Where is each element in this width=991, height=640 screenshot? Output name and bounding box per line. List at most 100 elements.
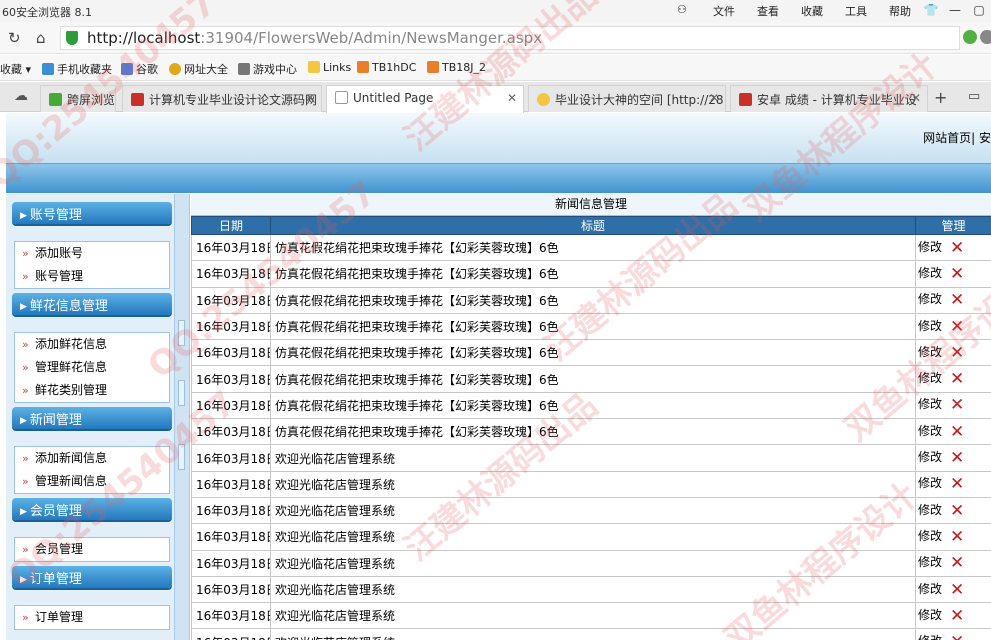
page-icon xyxy=(335,91,348,104)
user-icon[interactable]: ⚇ xyxy=(677,3,691,19)
news-management-panel: 新闻信息管理 日期 标题 管理 16年03月18日 仿真花假花绢花把束玫瑰手捧花【… xyxy=(191,194,991,640)
collapse-arrow-icon[interactable] xyxy=(178,380,185,406)
delete-icon[interactable]: ✕ xyxy=(950,501,964,521)
edit-link[interactable]: 修改 xyxy=(918,582,942,596)
delete-icon[interactable]: ✕ xyxy=(950,580,964,600)
cloud-icon[interactable]: ☁ xyxy=(14,88,28,104)
news-title: 欢迎光临花店管理系统 xyxy=(270,628,916,640)
tab-icon xyxy=(49,93,62,106)
sidebar-group-orders[interactable]: 订单管理 xyxy=(12,566,172,588)
delete-icon[interactable]: ✕ xyxy=(950,290,964,310)
bookmark-games[interactable]: 游戏中心 xyxy=(238,61,297,77)
sidebar-item-flower-category[interactable]: 鲜花类别管理 xyxy=(15,379,169,402)
edit-link[interactable]: 修改 xyxy=(918,371,942,385)
sidebar-group-flowers[interactable]: 鲜花信息管理 xyxy=(12,293,172,315)
sidebar-item-add-news[interactable]: 添加新闻信息 xyxy=(15,447,169,470)
skin-icon[interactable]: 👕 xyxy=(919,0,943,20)
delete-icon[interactable]: ✕ xyxy=(950,632,964,640)
frame-splitter[interactable] xyxy=(174,194,190,640)
sidebar-item-manage-members[interactable]: 会员管理 xyxy=(15,538,169,561)
edit-link[interactable]: 修改 xyxy=(918,608,942,622)
news-date: 16年03月18日 xyxy=(191,602,271,630)
edit-link[interactable]: 修改 xyxy=(918,476,942,490)
edit-link[interactable]: 修改 xyxy=(918,266,942,280)
edit-link[interactable]: 修改 xyxy=(918,424,942,438)
delete-icon[interactable]: ✕ xyxy=(950,264,964,284)
splitter-handle[interactable] xyxy=(178,444,185,470)
delete-icon[interactable]: ✕ xyxy=(950,606,964,626)
edit-link[interactable]: 修改 xyxy=(918,345,942,359)
top-links[interactable]: 网站首页| 安 xyxy=(923,129,991,146)
bookmark-favorites[interactable]: 收藏 ▾ xyxy=(0,61,31,77)
maximize-button[interactable]: ▢ xyxy=(967,0,991,20)
home-icon[interactable]: ⌂ xyxy=(36,29,46,47)
url-text[interactable]: http://localhost:31904/FlowersWeb/Admin/… xyxy=(87,29,542,47)
tab-blog[interactable]: 毕业设计大神的空间 [http://28 ✕ xyxy=(528,85,726,112)
sidebar-item-manage-news[interactable]: 管理新闻信息 xyxy=(15,470,169,493)
sidebar-item-manage-account[interactable]: 账号管理 xyxy=(15,265,169,288)
menu-file[interactable]: 文件 xyxy=(713,3,735,19)
edit-link[interactable]: 修改 xyxy=(918,397,942,411)
close-icon[interactable]: ✕ xyxy=(305,91,315,105)
column-header-manage: 管理 xyxy=(915,216,991,235)
sidebar-item-add-account[interactable]: 添加账号 xyxy=(15,242,169,265)
new-tab-icon[interactable]: + xyxy=(934,88,947,107)
bookmark-tb1[interactable]: TB1hDC xyxy=(357,61,416,74)
bookmark-sites[interactable]: 网址大全 xyxy=(169,61,228,77)
tab-cross-screen[interactable]: 跨屏浏览 xyxy=(40,85,116,112)
bookmark-tb2[interactable]: TB18J_2 xyxy=(427,61,486,74)
extension-icon[interactable] xyxy=(963,30,977,44)
edit-link[interactable]: 修改 xyxy=(918,319,942,333)
sidebar-item-add-flower[interactable]: 添加鲜花信息 xyxy=(15,333,169,356)
refresh-icon[interactable]: ↻ xyxy=(8,29,21,47)
news-date: 16年03月18日 xyxy=(191,339,271,367)
delete-icon[interactable]: ✕ xyxy=(950,317,964,337)
sidebar-group-news[interactable]: 新闻管理 xyxy=(12,407,172,429)
bookmark-google[interactable]: 谷歌 xyxy=(121,61,158,77)
delete-icon[interactable]: ✕ xyxy=(950,448,964,468)
edit-link[interactable]: 修改 xyxy=(918,634,942,640)
bookmark-links[interactable]: Links xyxy=(308,61,351,74)
edit-link[interactable]: 修改 xyxy=(918,555,942,569)
bookmark-mobile[interactable]: 手机收藏夹 xyxy=(42,61,112,77)
tab-untitled[interactable]: Untitled Page ✕ xyxy=(326,85,524,113)
extension-icon-2[interactable] xyxy=(980,30,991,44)
tab-cs-source[interactable]: 计算机专业毕业设计论文源码网 ✕ xyxy=(122,85,322,112)
table-row: 16年03月18日 仿真花假花绢花把束玫瑰手捧花【幻彩芙蓉玫瑰】6色 修改 ✕ xyxy=(191,391,991,420)
sidebar-item-manage-orders[interactable]: 订单管理 xyxy=(15,606,169,629)
menu-help[interactable]: 帮助 xyxy=(889,3,911,19)
tab-android[interactable]: 安卓 成绩 - 计算机专业毕业设 ✕ xyxy=(730,85,928,112)
sidebar-group-accounts-items: 添加账号 账号管理 xyxy=(14,241,170,289)
tab-list-icon[interactable]: ▭ xyxy=(968,89,980,104)
edit-link[interactable]: 修改 xyxy=(918,240,942,254)
edit-link[interactable]: 修改 xyxy=(918,503,942,517)
delete-icon[interactable]: ✕ xyxy=(950,527,964,547)
menu-tools[interactable]: 工具 xyxy=(845,3,867,19)
menu-view[interactable]: 查看 xyxy=(757,3,779,19)
sidebar-group-members[interactable]: 会员管理 xyxy=(12,498,172,520)
edit-link[interactable]: 修改 xyxy=(918,292,942,306)
edit-link[interactable]: 修改 xyxy=(918,529,942,543)
delete-icon[interactable]: ✕ xyxy=(950,422,964,442)
google-icon xyxy=(121,63,133,75)
url-field[interactable]: http://localhost:31904/FlowersWeb/Admin/… xyxy=(60,26,960,50)
close-icon[interactable]: ✕ xyxy=(709,91,719,105)
delete-icon[interactable]: ✕ xyxy=(950,474,964,494)
minimize-button[interactable]: — xyxy=(943,0,967,20)
news-title: 欢迎光临花店管理系统 xyxy=(270,470,916,498)
taobao-icon xyxy=(427,61,439,73)
delete-icon[interactable]: ✕ xyxy=(950,395,964,415)
delete-icon[interactable]: ✕ xyxy=(950,238,964,258)
manage-cell: 修改 ✕ xyxy=(915,260,991,288)
sidebar-item-manage-flower[interactable]: 管理鲜花信息 xyxy=(15,356,169,379)
menu-favorites[interactable]: 收藏 xyxy=(801,3,823,19)
manage-cell: 修改 ✕ xyxy=(915,602,991,630)
splitter-handle[interactable] xyxy=(178,320,185,346)
close-icon[interactable]: ✕ xyxy=(507,91,517,105)
sidebar-group-accounts[interactable]: 账号管理 xyxy=(12,202,172,224)
edit-link[interactable]: 修改 xyxy=(918,450,942,464)
close-icon[interactable]: ✕ xyxy=(911,91,921,105)
delete-icon[interactable]: ✕ xyxy=(950,343,964,363)
delete-icon[interactable]: ✕ xyxy=(950,553,964,573)
delete-icon[interactable]: ✕ xyxy=(950,369,964,389)
